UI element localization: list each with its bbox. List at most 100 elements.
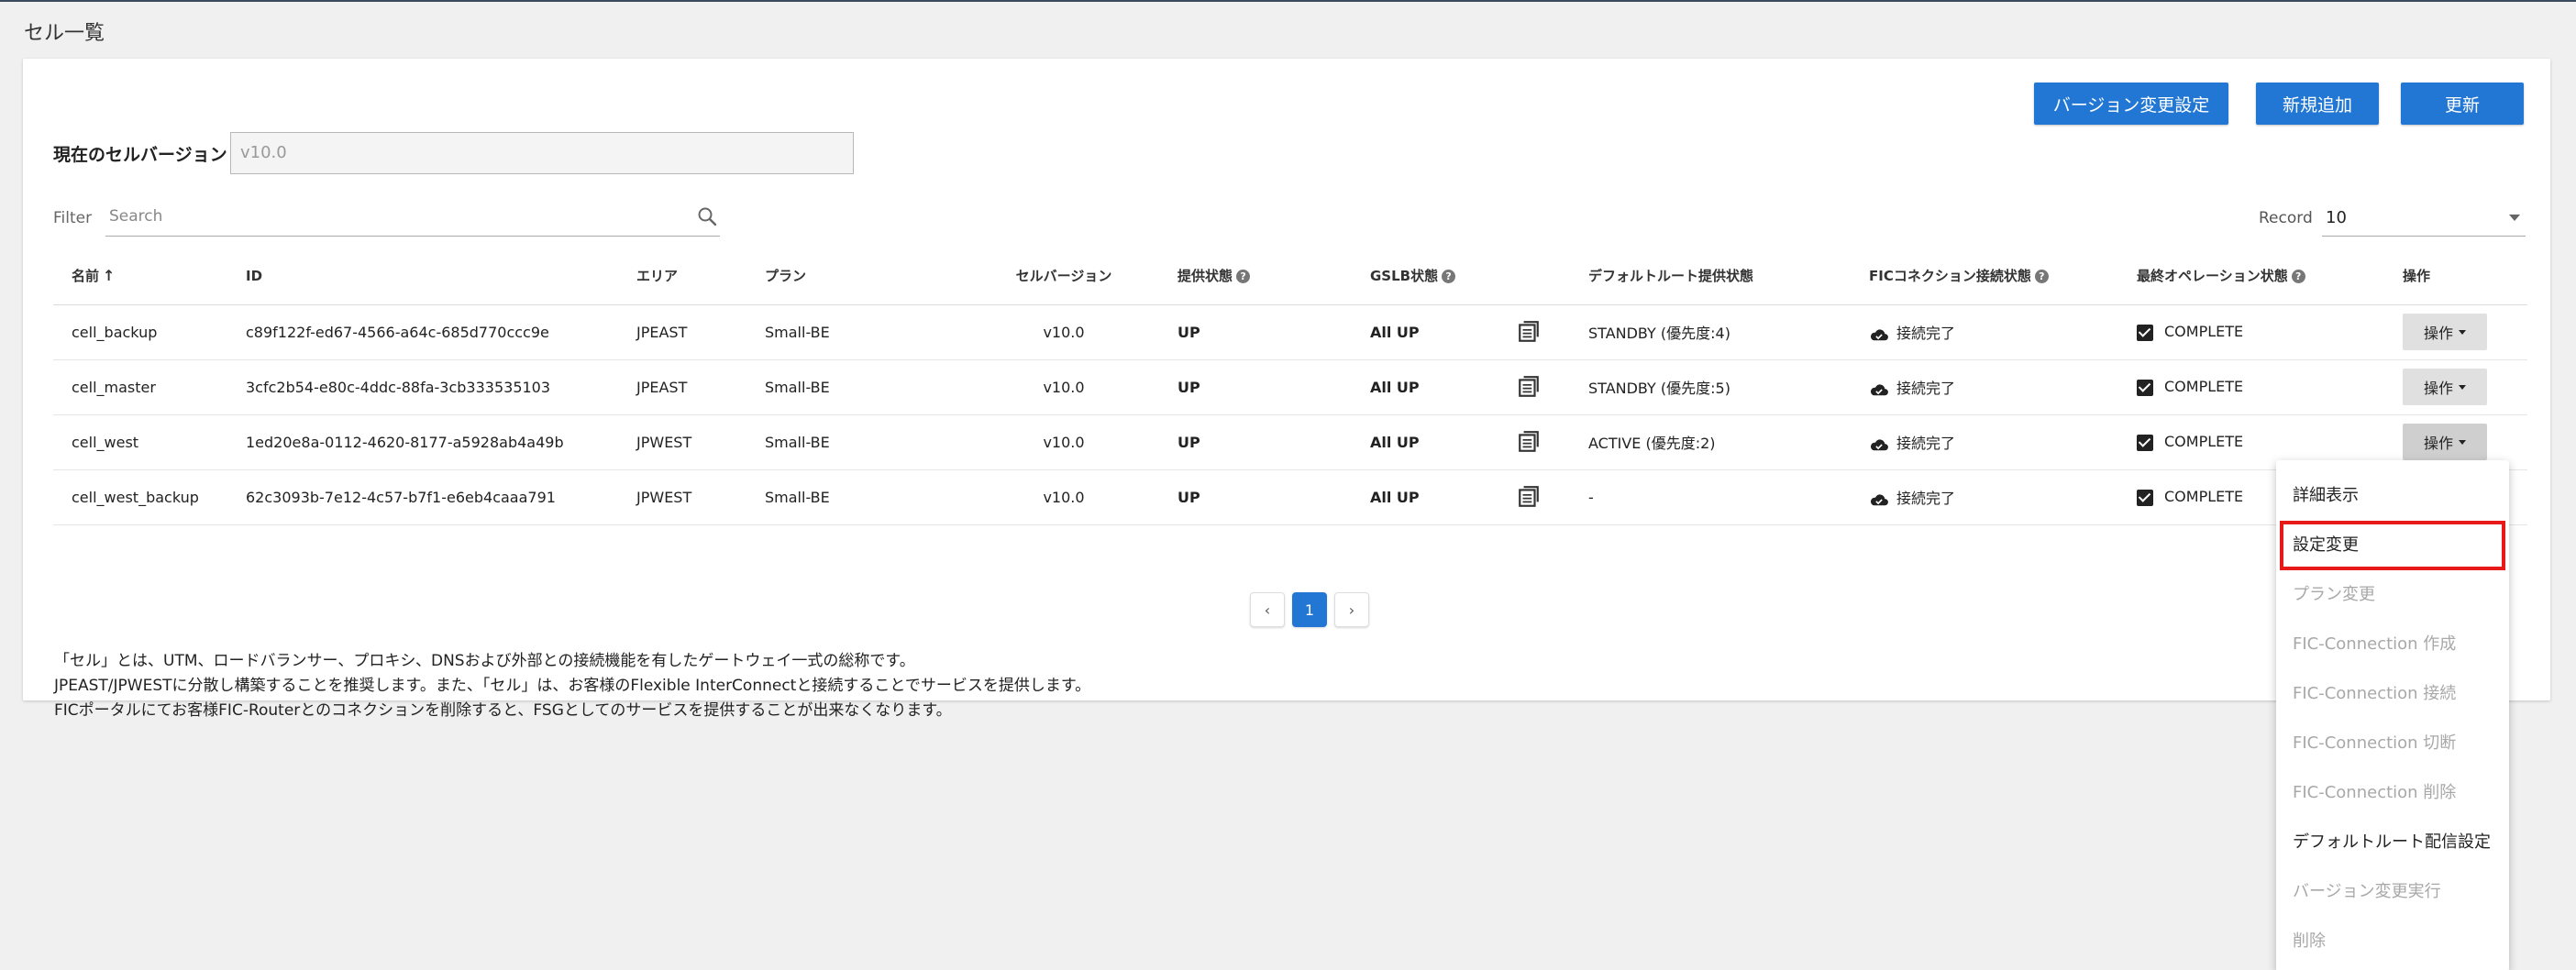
search-icon[interactable] (696, 205, 718, 227)
prev-page-button[interactable]: ‹ (1250, 592, 1285, 627)
default-route-status: ACTIVE (優先度:2) (1588, 414, 1869, 470)
document-list-icon[interactable] (1517, 375, 1541, 399)
menu-item[interactable]: デフォルトルート配信設定 (2276, 818, 2509, 867)
menu-item: FIC-Connection 切断 (2293, 733, 2457, 753)
note-line: FICポータルにてお客様FIC-Routerとのコネクションを削除すると、FSG… (54, 701, 952, 720)
operation-button[interactable]: 操作 (2403, 424, 2487, 460)
table-row: cell_master 3cfc2b54-e80c-4ddc-88fa-3cb33… (53, 359, 2527, 415)
cell-name: cell_west (53, 414, 246, 470)
column-header-fic-connection: FICコネクション接続状態? (1869, 248, 2137, 305)
column-header-default-route: デフォルトルート提供状態 (1588, 248, 1869, 305)
column-header-id: ID (246, 248, 636, 305)
page-1-button[interactable]: 1 (1292, 592, 1327, 627)
cell-table: 名前 ↑ ID エリア プラン セルバージョン 提供状態? GSLB状態? デフォ… (53, 248, 2527, 525)
column-header-last-operation: 最終オペレーション状態? (2137, 248, 2403, 305)
menu-item: バージョン変更実行 (2293, 882, 2441, 901)
column-header-operation: 操作 (2403, 248, 2527, 305)
checkbox-checked-icon (2137, 379, 2153, 396)
fic-status-text: 接続完了 (1896, 435, 1956, 452)
menu-item: FIC-Connection 削除 (2293, 783, 2457, 802)
gslb-status: All UP (1370, 304, 1517, 360)
last-op-text: COMPLETE (2164, 378, 2244, 396)
current-version-field: v10.0 (230, 132, 854, 174)
cell-id: 3cfc2b54-e80c-4ddc-88fa-3cb333535103 (246, 359, 636, 415)
column-header-name[interactable]: 名前 ↑ (53, 248, 246, 305)
record-label: Record (2259, 209, 2313, 227)
search-input[interactable] (109, 207, 659, 226)
fic-status-text: 接続完了 (1896, 325, 1956, 342)
chevron-down-icon (2509, 215, 2520, 221)
menu-item: FIC-Connection 作成 (2293, 634, 2457, 654)
last-op-text: COMPLETE (2164, 323, 2244, 341)
notes: 「セル」とは、UTM、ロードバランサー、プロキシ、DNSおよび外部との接続機能を… (54, 649, 1090, 723)
help-icon[interactable]: ? (1442, 270, 1456, 284)
provision-status: UP (1177, 414, 1370, 470)
operation-button[interactable]: 操作 (2403, 314, 2487, 350)
fic-connection-status: 接続完了 (1869, 469, 2137, 525)
document-list-icon[interactable] (1517, 485, 1541, 509)
table-row: cell_backup c89f122f-ed67-4566-a64c-685d7… (53, 304, 2527, 360)
cell-version: v10.0 (950, 414, 1177, 470)
cloud-check-icon (1870, 328, 1888, 340)
table-header-row: 名前 ↑ ID エリア プラン セルバージョン 提供状態? GSLB状態? デフォ… (53, 248, 2527, 305)
menu-item[interactable]: 設定変更 (2280, 521, 2505, 570)
last-operation-status: COMPLETE (2137, 359, 2403, 415)
table-row: cell_west 1ed20e8a-0112-4620-8177-a5928ab… (53, 414, 2527, 470)
cell-list-card: バージョン変更設定 新規追加 更新 現在のセルバージョン v10.0 Filte… (23, 59, 2550, 720)
default-route-status: STANDBY (優先度:5) (1588, 359, 1869, 415)
current-version-label: 現在のセルバージョン (53, 145, 227, 165)
default-route-status: STANDBY (優先度:4) (1588, 304, 1869, 360)
sort-ascending-icon[interactable]: ↑ (103, 267, 115, 284)
cloud-check-icon (1870, 438, 1888, 450)
filter-label: Filter (53, 209, 93, 227)
cell-version: v10.0 (950, 469, 1177, 525)
cloud-check-icon (1870, 383, 1888, 395)
cell-area: JPEAST (636, 304, 765, 360)
cell-name: cell_master (53, 359, 246, 415)
menu-item: FIC-Connection 接続 (2293, 684, 2457, 703)
menu-item[interactable]: 詳細表示 (2276, 471, 2509, 521)
cell-name: cell_west_backup (53, 469, 246, 525)
checkbox-checked-icon (2137, 489, 2153, 506)
caret-down-icon (2459, 329, 2466, 335)
details-cell (1517, 304, 1588, 360)
menu-item: 削除 (2293, 931, 2326, 951)
cell-area: JPEAST (636, 359, 765, 415)
add-new-button[interactable]: 新規追加 (2256, 83, 2379, 125)
document-list-icon[interactable] (1517, 430, 1541, 454)
cell-plan: Small-BE (765, 469, 950, 525)
gslb-status: All UP (1370, 469, 1517, 525)
checkbox-checked-icon (2137, 434, 2153, 451)
column-header-gslb-status: GSLB状態? (1370, 248, 1517, 305)
last-op-text: COMPLETE (2164, 488, 2244, 506)
pagination: ‹ 1 › (1250, 592, 1369, 627)
table-row: cell_west_backup 62c3093b-7e12-4c57-b7f1-… (53, 469, 2527, 525)
help-icon[interactable]: ? (2034, 270, 2049, 284)
record-value: 10 (2326, 208, 2347, 227)
version-change-settings-button[interactable]: バージョン変更設定 (2034, 83, 2228, 125)
column-header-cell-version: セルバージョン (950, 248, 1177, 305)
document-list-icon[interactable] (1517, 320, 1541, 344)
cell-plan: Small-BE (765, 304, 950, 360)
details-cell (1517, 414, 1588, 470)
operation-dropdown-menu: 詳細表示 設定変更プラン変更 FIC-Connection 作成 FIC-Connec… (2276, 460, 2509, 970)
operation-button[interactable]: 操作 (2403, 369, 2487, 405)
record-select[interactable]: 10 (2322, 196, 2526, 237)
help-icon[interactable]: ? (1236, 270, 1251, 284)
details-cell (1517, 359, 1588, 415)
last-operation-status: COMPLETE (2137, 304, 2403, 360)
search-box (105, 196, 720, 237)
cell-plan: Small-BE (765, 359, 950, 415)
help-icon[interactable]: ? (2291, 270, 2305, 284)
cell-id: 1ed20e8a-0112-4620-8177-a5928ab4a49b (246, 414, 636, 470)
page-title: セル一覧 (24, 22, 105, 45)
cell-version: v10.0 (950, 359, 1177, 415)
default-route-status: - (1588, 469, 1869, 525)
menu-item: プラン変更 (2293, 585, 2375, 604)
checkbox-checked-icon (2137, 324, 2153, 341)
fic-connection-status: 接続完了 (1869, 414, 2137, 470)
refresh-button[interactable]: 更新 (2401, 83, 2524, 125)
column-header-provision-status: 提供状態? (1177, 248, 1370, 305)
next-page-button[interactable]: › (1334, 592, 1369, 627)
caret-down-icon (2459, 439, 2466, 445)
